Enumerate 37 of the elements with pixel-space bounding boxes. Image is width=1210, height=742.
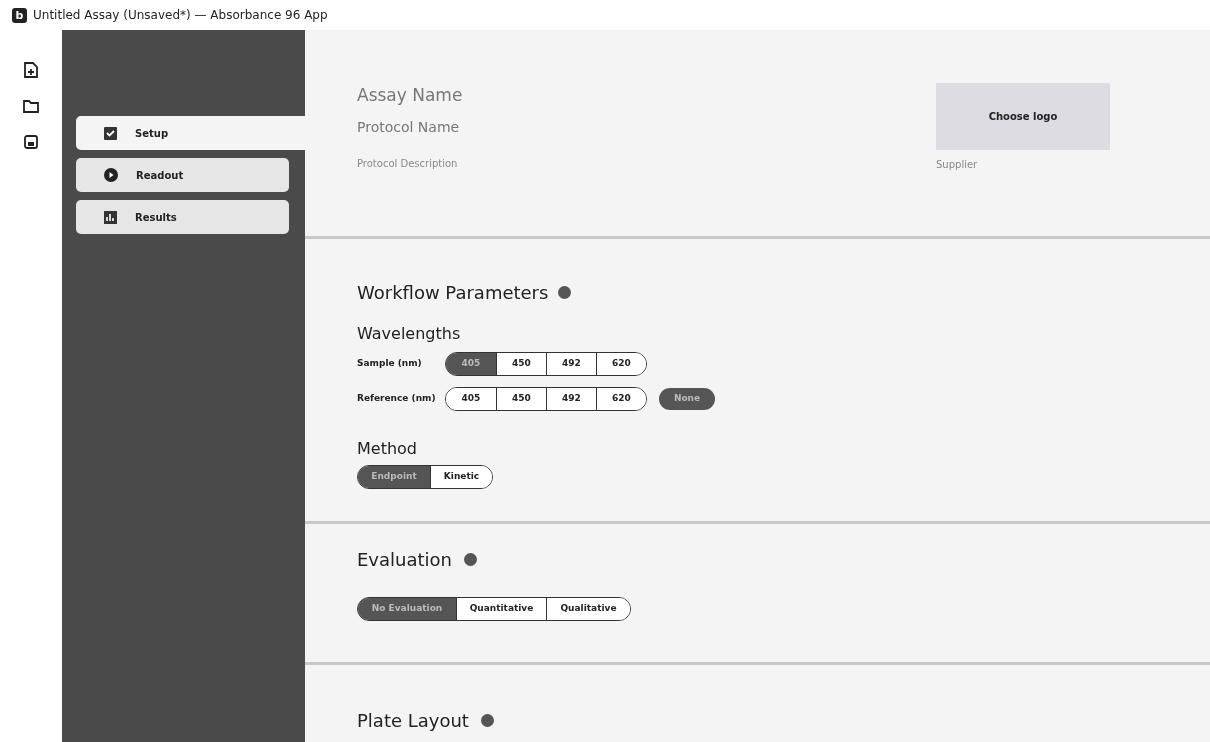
clipboard-check-icon: [104, 126, 117, 140]
row-label: Reference (nm): [357, 392, 437, 406]
nav-tab[interactable]: Results: [76, 200, 289, 234]
section-heading: Workflow Parameters: [357, 281, 549, 305]
row-label: Sample (nm): [357, 357, 423, 371]
segment-option[interactable]: No Evaluation: [358, 598, 456, 620]
segment-option[interactable]: 492: [546, 388, 596, 410]
segment-option[interactable]: Qualitative: [546, 598, 630, 620]
nav-tab[interactable]: Readout: [76, 158, 289, 192]
subsection-heading: Wavelengths: [357, 323, 462, 345]
protocol-name-field[interactable]: Protocol Name: [357, 114, 757, 140]
section-heading: Evaluation: [357, 548, 452, 572]
none-button[interactable]: None: [659, 388, 715, 410]
segment-option[interactable]: Quantitative: [456, 598, 546, 620]
play-icon: [104, 168, 118, 182]
segment-option[interactable]: 620: [596, 353, 646, 375]
segment-option[interactable]: 405: [446, 388, 496, 410]
app-icon: b: [12, 7, 27, 23]
supplier-field[interactable]: Supplier: [936, 156, 1110, 172]
bar-chart-icon: [104, 210, 117, 224]
folder-icon[interactable]: [23, 100, 39, 113]
segment-option[interactable]: 492: [546, 353, 596, 375]
segment-option[interactable]: 450: [496, 353, 546, 375]
segment-option[interactable]: Endpoint: [358, 466, 430, 488]
window-title: Untitled Assay (Unsaved*) — Absorbance 96 App: [33, 7, 328, 24]
segment-option[interactable]: 405: [446, 353, 496, 375]
segment-option[interactable]: Kinetic: [430, 466, 492, 488]
assay-name-field[interactable]: Assay Name: [357, 80, 757, 110]
choose-logo-button[interactable]: Choose logo: [936, 83, 1110, 150]
section-heading: Plate Layout: [357, 709, 469, 733]
segment-option[interactable]: 450: [496, 388, 546, 410]
subsection-heading: Method: [357, 438, 418, 460]
new-file-icon[interactable]: [24, 62, 38, 78]
segment-option[interactable]: 620: [596, 388, 646, 410]
save-icon[interactable]: [24, 135, 38, 149]
nav-tab[interactable]: Setup: [76, 116, 305, 150]
protocol-description-field[interactable]: Protocol Description: [357, 154, 757, 172]
